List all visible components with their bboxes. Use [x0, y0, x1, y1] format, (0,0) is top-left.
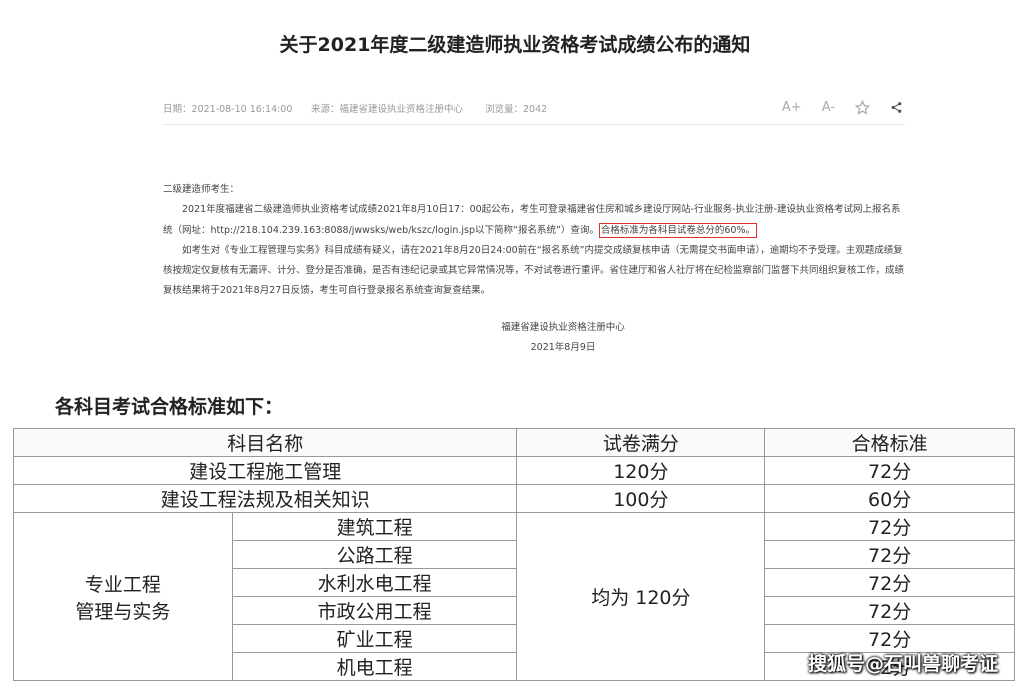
standards-heading: 各科目考试合格标准如下： — [55, 396, 284, 418]
share-icon — [891, 101, 902, 113]
star-icon — [855, 99, 870, 115]
font-increase-button[interactable]: A+ — [782, 100, 802, 115]
table-row: 建设工程法规及相关知识 100分 60分 — [12, 484, 1015, 513]
notice-paragraph-1: 2021年度福建省二级建造师执业资格考试成绩2021年8月10日17：00起公布… — [163, 200, 905, 241]
column-header: 试卷满分 — [516, 428, 766, 457]
practice-group-cell: 专业工程 管理与实务 — [13, 512, 233, 681]
watermark: 搜狐号@石叫兽聊考证 — [808, 653, 999, 675]
page-title: 关于2021年度二级建造师执业资格考试成绩公布的通知 — [279, 34, 751, 56]
table-row: 建设工程施工管理 120分 72分 — [12, 456, 1015, 485]
column-header: 合格标准 — [764, 428, 1015, 457]
favorite-button[interactable] — [855, 99, 870, 115]
subject-cell: 市政公用工程 — [231, 596, 518, 625]
subject-cell: 矿业工程 — [231, 624, 518, 653]
table-row: 专业工程 管理与实务 建筑工程 均为 120分 72分 — [13, 512, 1015, 681]
pass-score-cell: 72分 — [764, 456, 1015, 485]
pass-standards-table: 科目名称 试卷满分 合格标准 建设工程施工管理 120分 72分 建设工程法规及… — [12, 428, 1015, 681]
sign-date: 2021年8月9日 — [530, 342, 596, 354]
subject-cell: 建设工程法规及相关知识 — [12, 484, 518, 513]
publish-date: 日期：2021-08-10 16:14:00 — [163, 104, 293, 115]
full-score-cell: 100分 — [516, 484, 766, 513]
pass-standard-highlight: 合格标准为各科目试卷总分的60%。 — [598, 222, 758, 238]
article-body: 二级建造师考生： 2021年度福建省二级建造师执业资格考试成绩2021年8月10… — [163, 180, 905, 302]
article-tools: A+ A- — [782, 96, 903, 118]
source-label: 来源：福建省建设执业资格注册中心 — [311, 104, 464, 115]
full-score-cell: 120分 — [516, 456, 766, 485]
paragraph-1-text: 2021年度福建省二级建造师执业资格考试成绩2021年8月10日17：00起公布… — [163, 204, 901, 236]
table-header-row: 科目名称 试卷满分 合格标准 — [12, 428, 1015, 457]
notice-paragraph-2: 如考生对《专业工程管理与实务》科目成绩有疑义，请在2021年8月20日24:00… — [163, 244, 905, 297]
column-header: 科目名称 — [12, 428, 518, 457]
article-meta: 日期：2021-08-10 16:14:00 来源：福建省建设执业资格注册中心 … — [163, 96, 905, 125]
pass-score-cell: 60分 — [764, 484, 1015, 513]
subject-cell: 机电工程 — [231, 652, 518, 681]
share-button[interactable] — [890, 101, 903, 114]
font-decrease-button[interactable]: A- — [822, 100, 835, 115]
signature: 福建省建设执业资格注册中心 2021年8月9日 — [163, 318, 963, 359]
practice-group-line-2: 管理与实务 — [75, 600, 171, 623]
subject-cell: 公路工程 — [231, 540, 518, 569]
pass-score-cell: 72分 — [764, 540, 1015, 569]
pass-score-cell: 72分 — [764, 568, 1015, 597]
full-score-cell: 均为 120分 — [516, 512, 766, 681]
subject-cell: 建设工程施工管理 — [12, 456, 518, 485]
greeting: 二级建造师考生： — [163, 184, 240, 195]
subject-cell: 水利水电工程 — [231, 568, 518, 597]
pass-score-cell: 72分 — [764, 512, 1015, 541]
view-count: 浏览量：2042 — [485, 104, 548, 115]
practice-group-line-1: 专业工程 — [84, 573, 161, 596]
subject-cell: 建筑工程 — [231, 512, 518, 541]
sign-org: 福建省建设执业资格注册中心 — [501, 322, 625, 333]
pass-score-cell: 72分 — [764, 596, 1015, 625]
